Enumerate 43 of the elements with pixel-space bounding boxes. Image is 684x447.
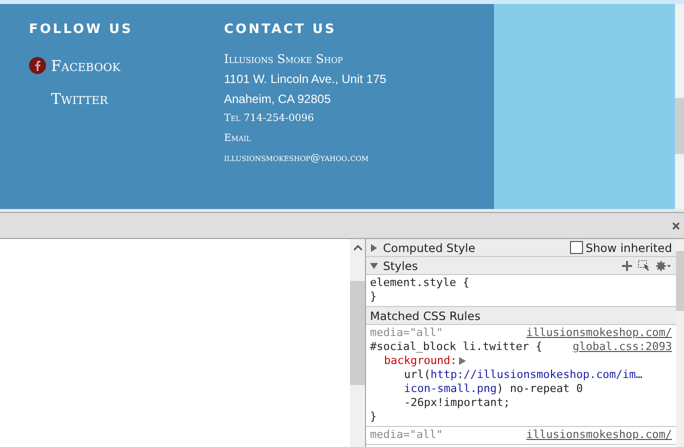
source-link[interactable]: illusionsmokeshop.com/ [526, 428, 672, 442]
styles-scrollbar[interactable] [676, 239, 684, 447]
property-value: icon-small.png) no-repeat 0 [403, 382, 584, 396]
page-scrollbar[interactable] [675, 4, 684, 209]
styles-header[interactable]: Styles [366, 257, 676, 275]
scroll-up-icon[interactable] [354, 245, 362, 251]
shop-name: Illusions Smoke Shop [224, 51, 344, 68]
gear-icon[interactable] [656, 260, 672, 270]
source-link[interactable]: global.css:2093 [572, 340, 672, 354]
facebook-icon [29, 57, 46, 74]
checkbox-label: Show inherited [586, 240, 672, 254]
contact-text: illusionsmokeshop@yahoo.com [224, 152, 370, 166]
contact-text: Email [224, 132, 252, 146]
expand-triangle-icon[interactable] [458, 357, 466, 365]
element-picker-icon[interactable] [638, 260, 650, 271]
close-icon[interactable] [672, 222, 680, 230]
media-query: media="all" [370, 428, 443, 442]
address-line: 1101 W. Lincoln Ave., Unit 175 [224, 71, 388, 88]
source-link[interactable]: illusionsmokeshop.com/ [526, 326, 672, 340]
collapsed-triangle-icon[interactable] [370, 244, 378, 252]
code-line: } [370, 290, 378, 304]
computed-style-header[interactable]: Computed Style Show inherited [366, 239, 676, 257]
pane-scrollbar[interactable] [350, 239, 366, 447]
contact-heading: CONTACT US [224, 22, 338, 37]
section-title: Matched CSS Rules [370, 308, 480, 322]
social-link[interactable]: Twitter [29, 82, 224, 115]
show-inherited-checkbox[interactable]: Show inherited [570, 240, 672, 254]
section-title: Computed Style [383, 240, 476, 254]
plus-icon[interactable] [622, 260, 632, 270]
social-link[interactable]: Facebook [29, 49, 224, 82]
property-value: url(http://illusionsmokeshop.com/im… [403, 368, 644, 382]
contact-text: Tel 714-254-0096 [224, 112, 315, 126]
address-line: Anaheim, CA 92805 [224, 91, 332, 108]
property-name: background: [384, 354, 457, 368]
media-query: media="all" [370, 326, 443, 340]
section-title: Styles [383, 258, 418, 272]
follow-heading: FOLLOW US [29, 22, 134, 37]
code-line: element.style { [370, 276, 470, 290]
css-selector: #social_block li.twitter { [370, 340, 542, 354]
code-line: } [370, 410, 378, 424]
property-value: -26px!important; [403, 396, 511, 410]
expanded-triangle-icon[interactable] [370, 262, 378, 270]
checkbox-square[interactable] [570, 241, 583, 254]
